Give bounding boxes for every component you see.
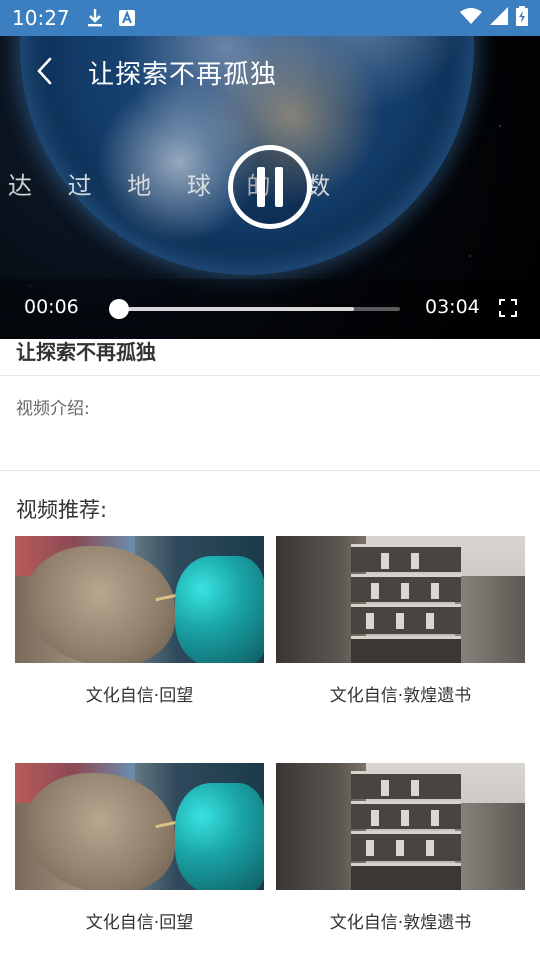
fullscreen-button[interactable] <box>498 298 518 318</box>
pause-icon-bar-right <box>275 167 283 207</box>
seek-bar[interactable] <box>108 299 400 319</box>
video-title: 让探索不再孤独 <box>88 60 278 90</box>
current-time: 00:06 <box>24 296 79 318</box>
status-bar: 10:27 <box>0 0 540 36</box>
recommendation-title: 文化自信·回望 <box>85 913 194 933</box>
divider <box>0 470 540 471</box>
recommendation-title: 文化自信·敦煌遗书 <box>329 913 472 933</box>
recommendation-title: 文化自信·敦煌遗书 <box>329 686 472 706</box>
fullscreen-icon <box>499 299 517 317</box>
text-a-icon <box>118 8 136 28</box>
recommendation-card[interactable]: 文化自信·回望 <box>15 763 264 933</box>
thumbnail-image <box>15 536 264 663</box>
video-player[interactable]: 让探索不再孤独 达 过 地 球 的 数 00:06 03:04 <box>0 36 540 339</box>
video-intro-label: 视频介绍: <box>16 399 90 419</box>
back-button[interactable] <box>30 56 58 86</box>
wifi-icon <box>460 7 482 29</box>
battery-icon <box>516 6 528 30</box>
download-icon <box>86 8 104 28</box>
recommendation-card[interactable]: 文化自信·回望 <box>15 536 264 706</box>
recommendation-title: 文化自信·回望 <box>85 686 194 706</box>
total-time: 03:04 <box>425 296 480 318</box>
recommendations-header: 视频推荐: <box>16 498 108 522</box>
thumbnail-image <box>15 763 264 890</box>
divider <box>0 375 540 376</box>
pause-button[interactable] <box>228 145 312 229</box>
thumbnail-image <box>276 536 525 663</box>
signal-icon <box>490 7 508 29</box>
chevron-left-icon <box>37 57 52 85</box>
recommendation-card[interactable]: 文化自信·敦煌遗书 <box>276 763 525 933</box>
seek-bar-handle[interactable] <box>108 299 129 319</box>
player-controls: 00:06 03:04 <box>0 279 540 339</box>
content-title: 让探索不再孤独 <box>16 340 156 364</box>
pause-icon-bar-left <box>257 167 265 207</box>
seek-bar-buffered <box>110 307 354 311</box>
status-time: 10:27 <box>12 6 70 30</box>
recommendation-card[interactable]: 文化自信·敦煌遗书 <box>276 536 525 706</box>
thumbnail-image <box>276 763 525 890</box>
